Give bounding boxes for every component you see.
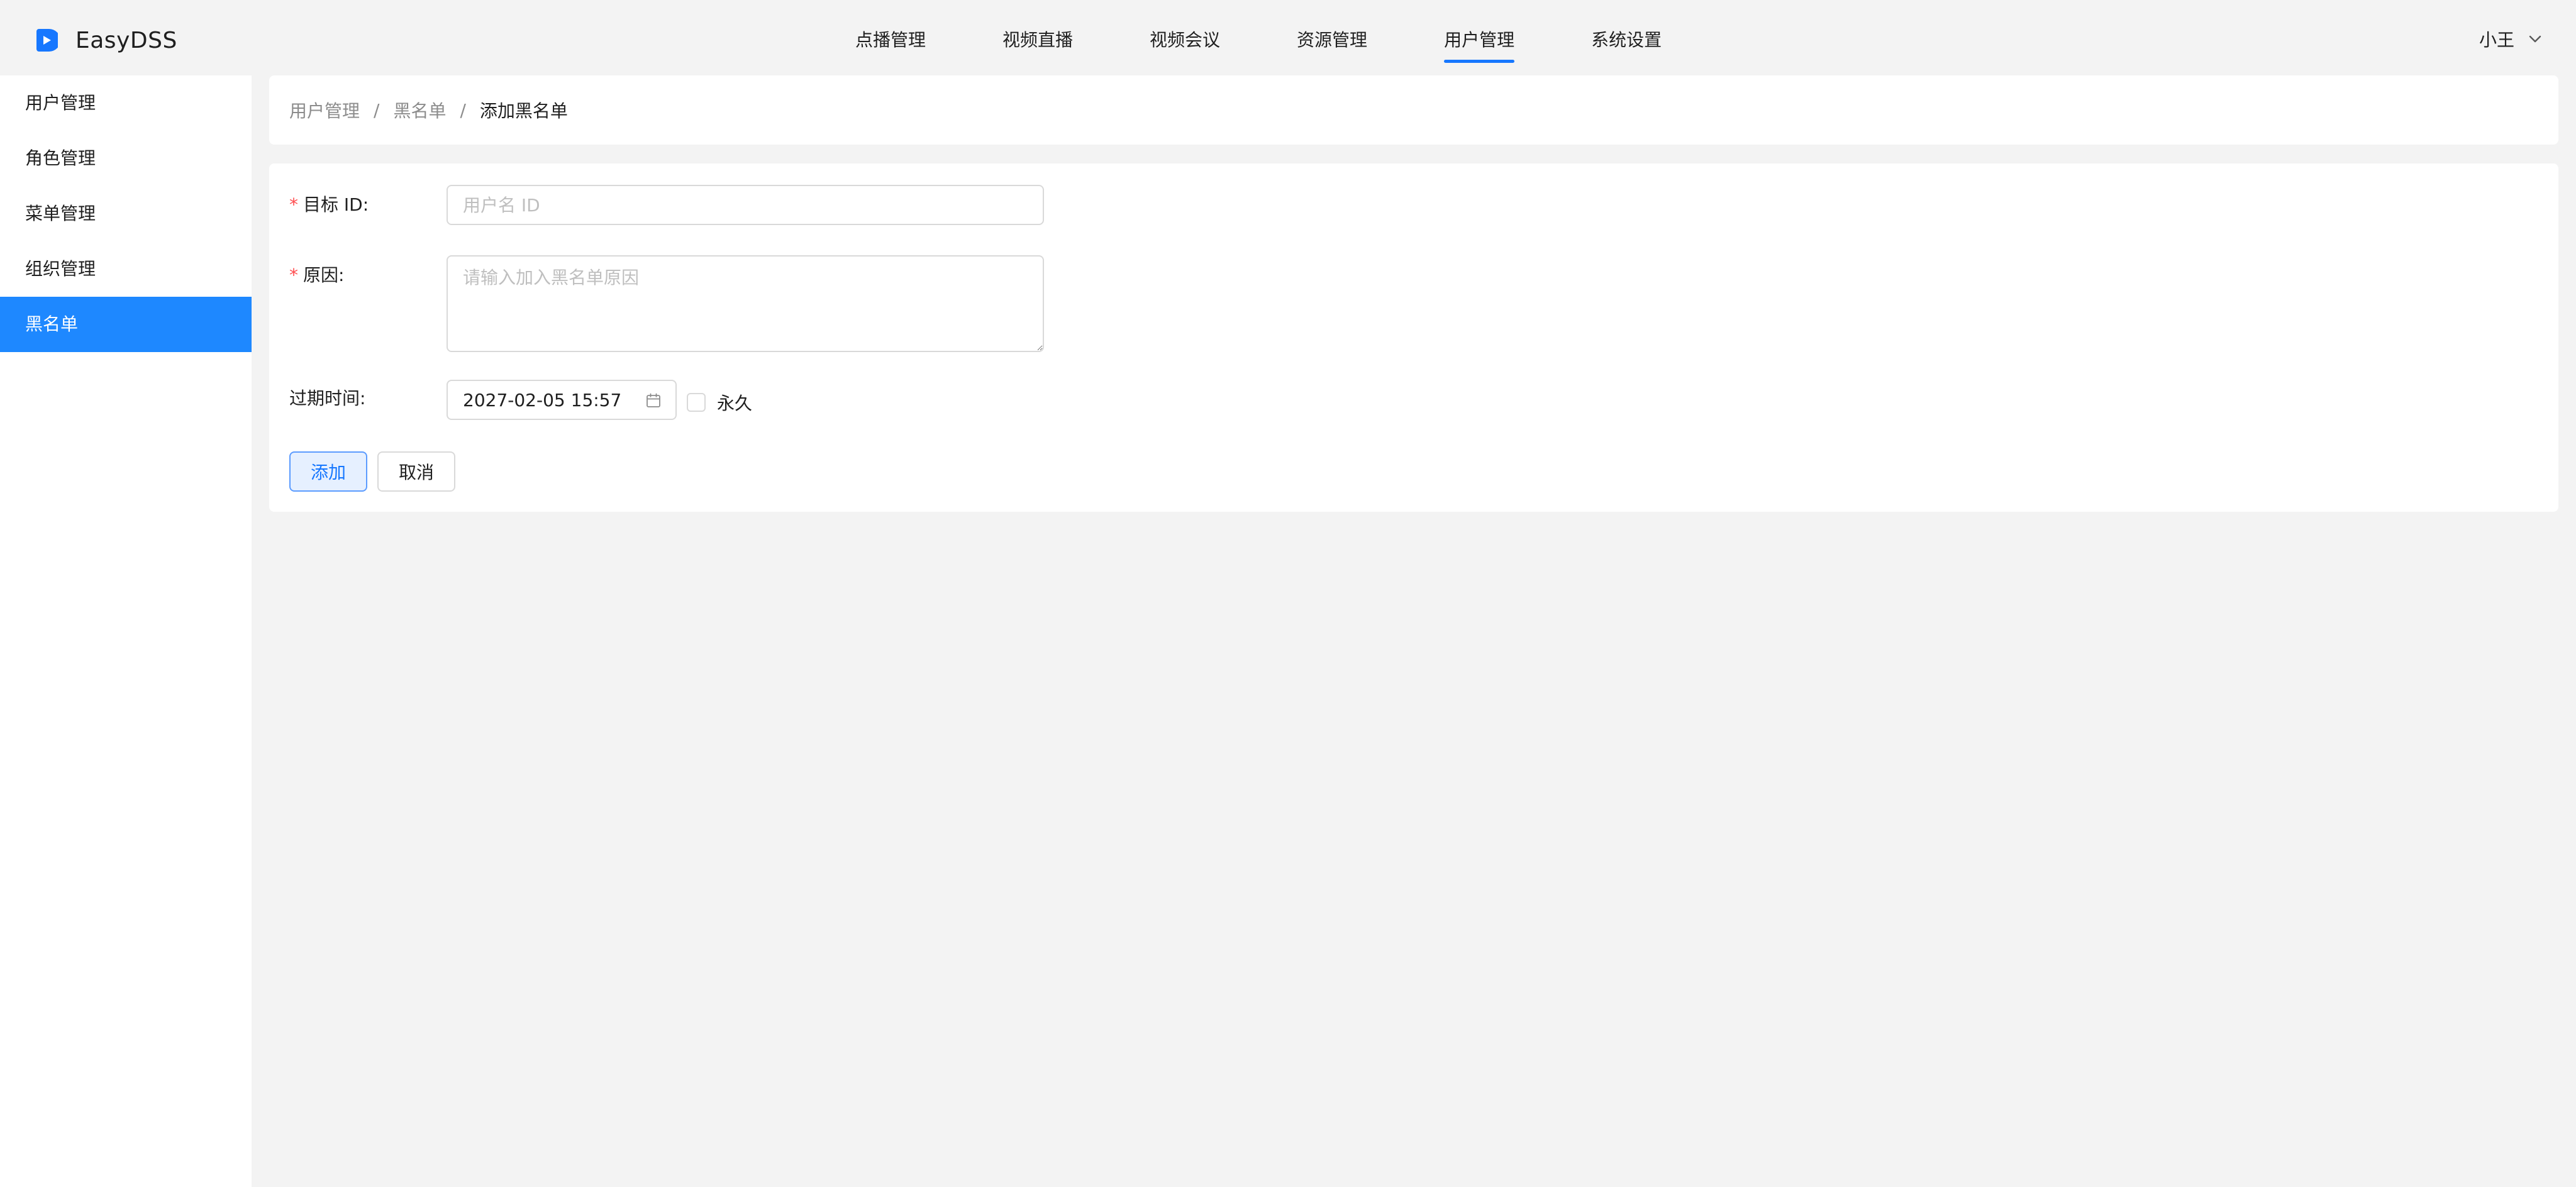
brand[interactable]: EasyDSS [35,24,177,57]
easydss-logo-icon [35,28,60,53]
sidebar-item-blacklist[interactable]: 黑名单 [0,297,252,352]
breadcrumb-current: 添加黑名单 [479,101,568,121]
user-menu[interactable]: 小王 [2479,25,2543,53]
required-mark: * [289,265,298,285]
nav-user-management[interactable]: 用户管理 [1444,20,1515,64]
target-id-label: * 目标 ID: [289,194,369,215]
required-mark: * [289,194,298,215]
expiry-date-picker[interactable]: 2027-02-05 15:57 [447,380,677,420]
permanent-label: 永久 [717,393,753,414]
breadcrumb-separator: / [460,99,466,121]
sidebar-item-menu-management[interactable]: 菜单管理 [0,186,252,241]
user-name: 小王 [2479,30,2514,50]
sidebar-item-user-management[interactable]: 用户管理 [0,75,252,131]
sidebar-item-role-management[interactable]: 角色管理 [0,131,252,186]
nav-resource-management[interactable]: 资源管理 [1297,20,1367,64]
chevron-down-icon [2527,31,2543,47]
expiry-label: 过期时间: [289,388,366,409]
add-button[interactable]: 添加 [289,451,367,492]
breadcrumb-separator: / [374,99,380,121]
nav-live-streaming[interactable]: 视频直播 [1002,20,1073,64]
target-id-input[interactable] [447,185,1044,225]
permanent-checkbox[interactable] [687,393,706,412]
sidebar-item-org-management[interactable]: 组织管理 [0,241,252,297]
nav-system-settings[interactable]: 系统设置 [1591,20,1662,64]
calendar-icon [645,392,662,409]
cancel-button[interactable]: 取消 [377,451,455,492]
reason-label: * 原因: [289,265,345,285]
app-name: EasyDSS [75,27,177,53]
top-nav: 点播管理 视频直播 视频会议 资源管理 用户管理 系统设置 [855,20,1662,64]
nav-video-conference[interactable]: 视频会议 [1150,20,1220,64]
reason-textarea[interactable] [447,255,1044,352]
breadcrumb: 用户管理 / 黑名单 / 添加黑名单 [269,75,2558,145]
permanent-checkbox-wrapper[interactable]: 永久 [687,390,752,415]
breadcrumb-blacklist[interactable]: 黑名单 [393,97,446,123]
sidebar: 用户管理 角色管理 菜单管理 组织管理 黑名单 [0,75,252,1187]
add-blacklist-form: *目标 ID: *原因: 过期时间: 2027-02-05 15:57 永久 添… [269,163,2558,512]
top-header: EasyDSS 点播管理 视频直播 视频会议 资源管理 用户管理 系统设置 小王 [0,0,2576,75]
nav-vod-management[interactable]: 点播管理 [855,20,926,64]
expiry-date-value: 2027-02-05 15:57 [463,389,622,411]
breadcrumb-user-management[interactable]: 用户管理 [289,97,360,123]
